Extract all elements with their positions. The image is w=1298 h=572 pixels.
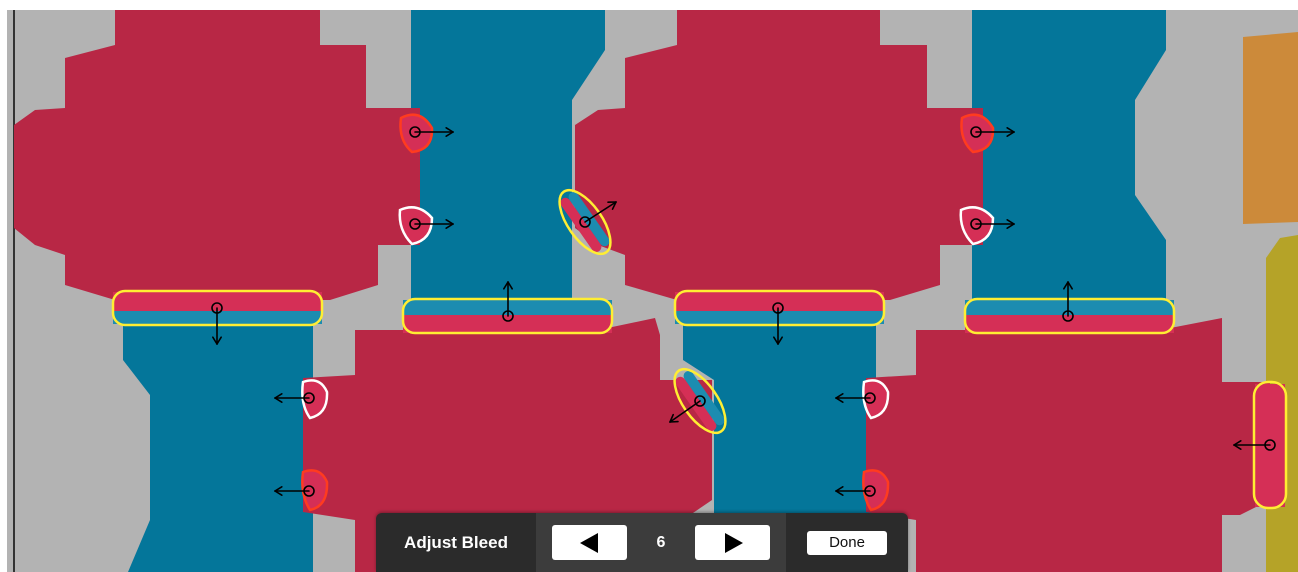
bleed-strip-blue-4 [965,300,1174,315]
triangle-right-icon [724,532,743,553]
panel-blue-3 [123,325,313,572]
edge-panel-orange [1243,32,1298,224]
uv-layout-canvas[interactable] [0,0,1298,572]
bleed-strip-red-3 [675,292,884,311]
previous-button[interactable] [552,525,627,560]
triangle-left-icon [579,532,598,553]
done-button[interactable]: Done [807,530,887,555]
bleed-stepper: 6 [536,513,786,572]
done-container: Done [786,513,908,572]
panel-red-4 [866,318,1270,572]
uv-layout-svg[interactable] [0,0,1298,572]
bleed-value: 6 [656,533,666,551]
bleed-strip-red-2 [403,315,612,333]
bleed-strip-red-4 [965,315,1174,333]
adjust-bleed-toolbar: Adjust Bleed 6 Done [376,513,908,572]
adjust-bleed-title: Adjust Bleed [404,532,508,552]
next-button[interactable] [695,525,770,560]
